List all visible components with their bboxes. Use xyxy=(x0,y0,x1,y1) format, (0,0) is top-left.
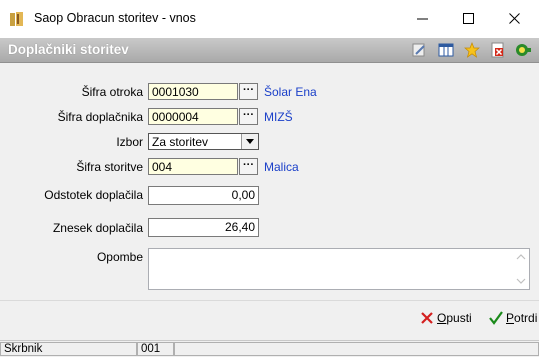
odstotek-input[interactable]: 0,00 xyxy=(148,186,259,205)
app-icon xyxy=(10,12,23,26)
close-button[interactable] xyxy=(492,0,538,38)
minimize-button[interactable] xyxy=(400,0,446,38)
checkmark-icon xyxy=(489,311,503,325)
status-user: Skrbnik xyxy=(0,342,137,356)
status-bar: Skrbnik 001 xyxy=(0,340,539,357)
izbor-value: Za storitev xyxy=(152,135,209,149)
izbor-select[interactable]: Za storitev xyxy=(148,133,259,150)
opombe-scrollbar[interactable] xyxy=(513,249,529,289)
potrdi-button[interactable]: Potrdi xyxy=(489,311,537,325)
sifra-doplacnika-name-link[interactable]: MIZŠ xyxy=(264,110,293,124)
sifra-storitve-label: Šifra storitve xyxy=(76,160,143,174)
znesek-label: Znesek doplačila xyxy=(52,221,143,235)
izbor-label: Izbor xyxy=(116,135,143,149)
opusti-label: Opusti xyxy=(437,311,472,325)
close-icon xyxy=(509,13,520,24)
sifra-otroka-input[interactable]: 0001030 xyxy=(148,83,238,100)
maximize-button[interactable] xyxy=(446,0,492,38)
opusti-label-rest: pusti xyxy=(446,311,472,325)
sifra-storitve-name-link[interactable]: Malica xyxy=(264,160,299,174)
status-code: 001 xyxy=(137,342,174,356)
opusti-accel: O xyxy=(437,311,447,325)
chevron-down-icon[interactable] xyxy=(241,134,258,149)
sifra-otroka-lookup-button[interactable]: ··· xyxy=(239,83,258,100)
title-bar: Saop Obracun storitev - vnos xyxy=(0,0,539,38)
sifra-storitve-input[interactable]: 004 xyxy=(148,158,238,175)
columns-icon[interactable] xyxy=(438,42,454,58)
znesek-input[interactable]: 26,40 xyxy=(148,218,259,237)
cancel-x-icon xyxy=(421,312,433,324)
sifra-doplacnika-lookup-button[interactable]: ··· xyxy=(239,108,258,125)
opombe-label: Opombe xyxy=(96,250,143,264)
star-icon[interactable] xyxy=(464,42,480,58)
separator xyxy=(0,300,539,301)
exit-icon[interactable] xyxy=(515,42,531,58)
header-bar: Doplačniki storitev xyxy=(0,38,539,63)
delete-document-icon[interactable] xyxy=(490,42,506,58)
minimize-icon xyxy=(417,18,428,20)
sifra-storitve-lookup-button[interactable]: ··· xyxy=(239,158,258,175)
sifra-otroka-label: Šifra otroka xyxy=(81,85,143,99)
sifra-doplacnika-input[interactable]: 0000004 xyxy=(148,108,238,125)
window-title: Saop Obracun storitev - vnos xyxy=(34,11,196,25)
potrdi-accel: P xyxy=(506,311,515,325)
opusti-button[interactable]: Opusti xyxy=(420,311,472,325)
sifra-otroka-name-link[interactable]: Šolar Ena xyxy=(264,85,317,99)
odstotek-label: Odstotek doplačila xyxy=(44,188,143,202)
status-empty-panel xyxy=(174,342,539,356)
edit-icon[interactable] xyxy=(411,42,427,58)
opombe-textarea[interactable] xyxy=(148,248,530,290)
sifra-doplacnika-label: Šifra doplačnika xyxy=(57,110,143,124)
potrdi-label: Potrdi xyxy=(506,311,537,325)
maximize-icon xyxy=(463,13,474,24)
potrdi-label-rest: otrdi xyxy=(514,311,538,325)
page-title: Doplačniki storitev xyxy=(8,42,129,57)
